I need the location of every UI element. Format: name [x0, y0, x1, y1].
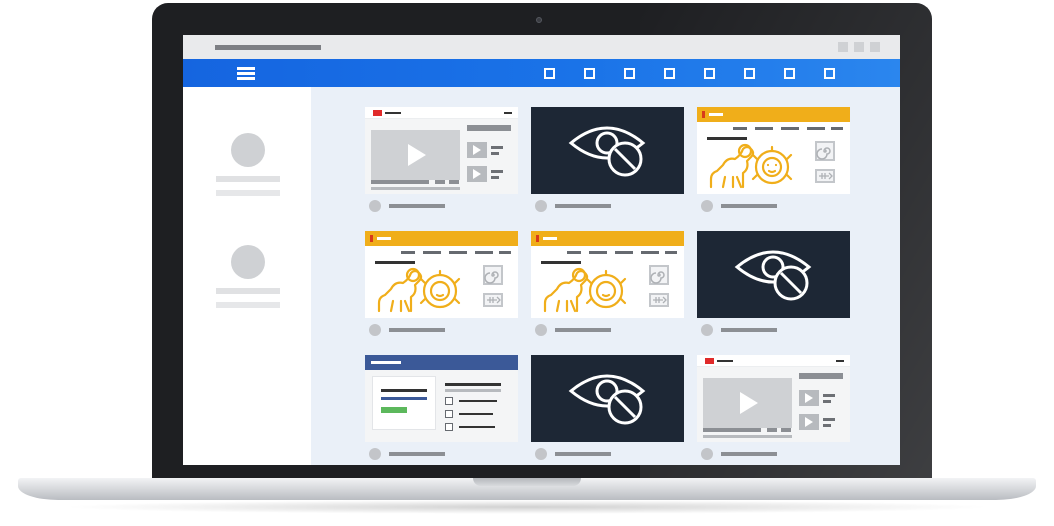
thumbnail-play-icon — [799, 390, 819, 406]
more-icon — [504, 112, 512, 114]
tile-social-form-page[interactable] — [365, 355, 518, 442]
checkbox-icon[interactable] — [445, 423, 453, 431]
spiral-icon — [815, 141, 835, 161]
video-player — [371, 130, 460, 180]
profile-sub-line-1 — [216, 190, 280, 196]
tile-lion-page-1[interactable] — [697, 107, 850, 194]
channel-avatar — [369, 324, 381, 336]
top-navbar — [183, 59, 900, 87]
tile-lion-page-3[interactable] — [531, 231, 684, 318]
play-icon — [408, 144, 426, 166]
laptop-screen — [183, 35, 900, 465]
video-logo-icon — [705, 358, 714, 364]
eye-blocked-icon — [734, 250, 812, 301]
video-player — [703, 378, 792, 428]
submit-button[interactable] — [381, 407, 407, 413]
fish-icon — [483, 293, 503, 307]
profile-avatar-1[interactable] — [231, 133, 265, 167]
channel-avatar — [369, 448, 381, 460]
laptop-shadow — [60, 500, 994, 514]
minimize-icon[interactable] — [838, 42, 848, 52]
fish-icon — [649, 293, 669, 307]
profile-sub-line-2 — [216, 302, 280, 308]
more-icon — [836, 360, 844, 362]
nav-item-3[interactable] — [624, 68, 635, 79]
tile-lion-page-2[interactable] — [365, 231, 518, 318]
video-header — [697, 355, 850, 367]
webcam-icon — [536, 17, 542, 23]
video-logo-icon — [373, 110, 382, 116]
checkbox-icon[interactable] — [445, 410, 453, 418]
maximize-icon[interactable] — [854, 42, 864, 52]
spiral-icon — [649, 265, 669, 285]
tile-video-page-1[interactable] — [365, 107, 518, 194]
checkbox-icon[interactable] — [445, 397, 453, 405]
login-card — [373, 377, 435, 429]
channel-avatar — [535, 324, 547, 336]
profile-avatar-2[interactable] — [231, 245, 265, 279]
nav-item-7[interactable] — [784, 68, 795, 79]
channel-avatar — [701, 200, 713, 212]
nav-item-6[interactable] — [744, 68, 755, 79]
hamburger-menu-icon[interactable] — [237, 67, 255, 80]
window-title-placeholder — [215, 45, 321, 50]
nav-item-5[interactable] — [704, 68, 715, 79]
thumbnail-play-icon — [467, 142, 487, 158]
channel-avatar — [369, 200, 381, 212]
channel-avatar — [701, 448, 713, 460]
nav-item-4[interactable] — [664, 68, 675, 79]
channel-avatar — [535, 448, 547, 460]
thumbnail-play-icon — [799, 414, 819, 430]
tile-hidden-content-3[interactable] — [531, 355, 684, 442]
browser-titlebar — [183, 35, 900, 59]
sidebar — [183, 87, 311, 465]
laptop-notch — [473, 478, 581, 486]
eye-blocked-icon — [568, 374, 646, 425]
video-header — [365, 107, 518, 119]
nav-item-8[interactable] — [824, 68, 835, 79]
profile-name-line-2 — [216, 288, 280, 294]
video-body — [365, 119, 518, 194]
channel-avatar — [535, 200, 547, 212]
social-header — [365, 355, 518, 370]
video-body — [697, 367, 850, 442]
fish-icon — [815, 169, 835, 183]
channel-avatar — [701, 324, 713, 336]
close-icon[interactable] — [870, 42, 880, 52]
profile-name-line-1 — [216, 176, 280, 182]
eye-blocked-icon — [568, 126, 646, 177]
tile-hidden-content-2[interactable] — [697, 231, 850, 318]
tile-hidden-content-1[interactable] — [531, 107, 684, 194]
nav-item-2[interactable] — [584, 68, 595, 79]
spiral-icon — [483, 265, 503, 285]
thumbnail-play-icon — [467, 166, 487, 182]
tile-video-page-2[interactable] — [697, 355, 850, 442]
play-icon — [740, 392, 758, 414]
content-grid — [311, 87, 900, 465]
nav-item-1[interactable] — [544, 68, 555, 79]
